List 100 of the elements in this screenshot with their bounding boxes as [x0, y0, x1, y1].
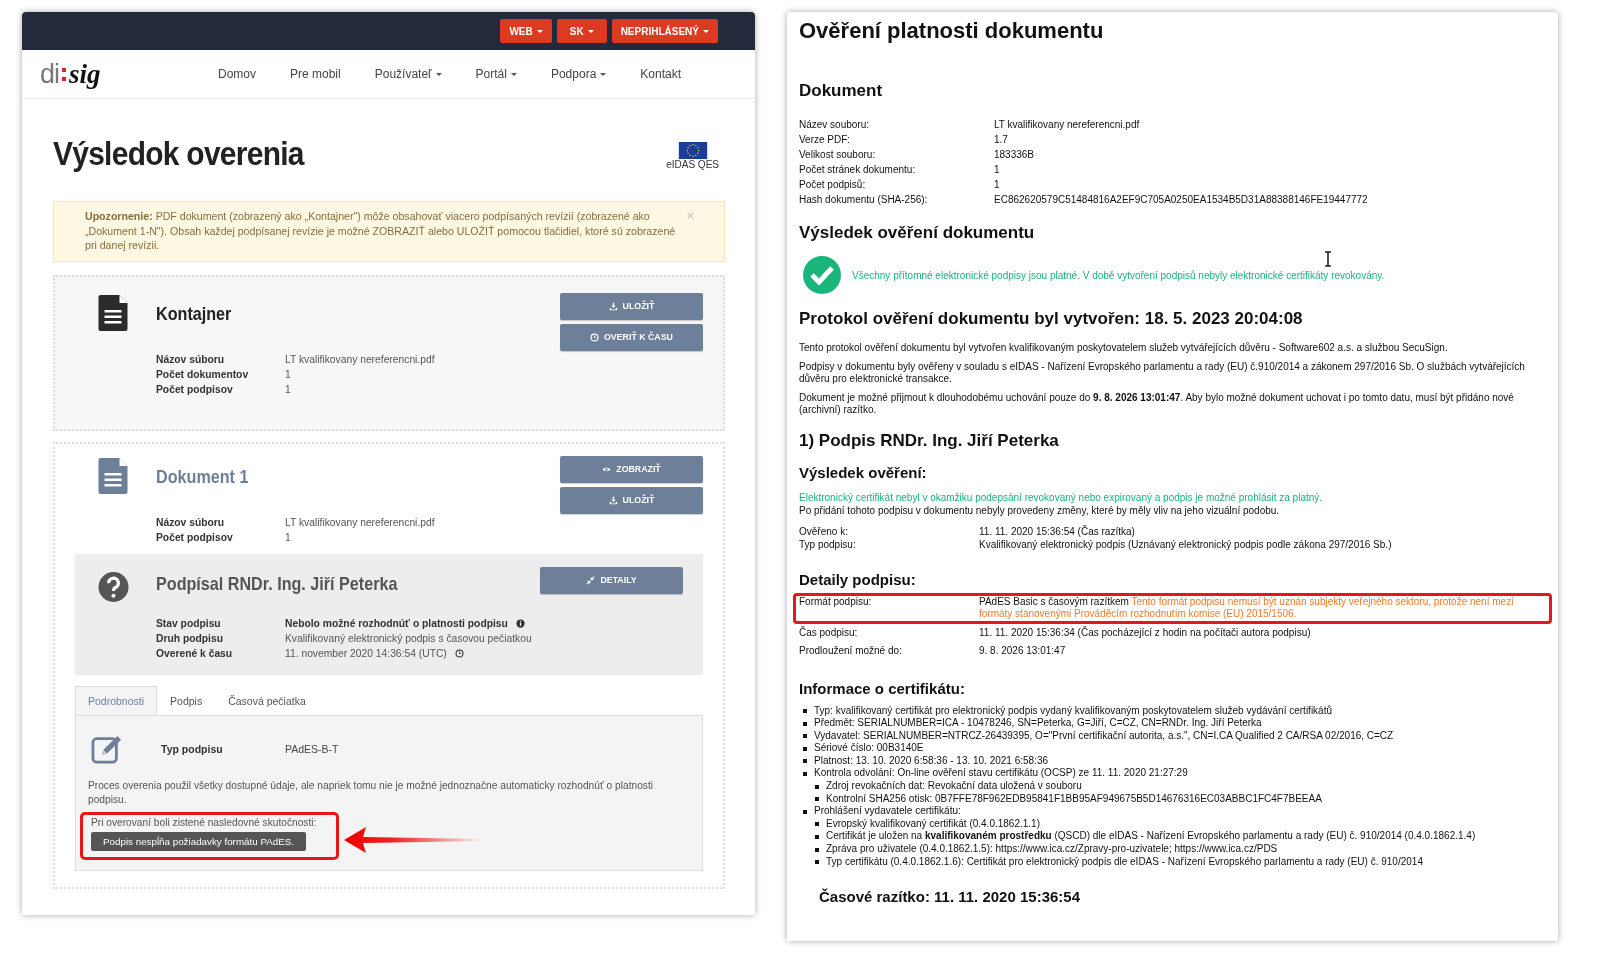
nav-link[interactable]: Pre mobil [290, 67, 341, 81]
edit-icon [90, 733, 124, 764]
clock-icon [590, 332, 600, 342]
list-item: Vydavatel: SERIALNUMBER=NTRCZ-26439395, O="První certifikační autorita, a.s.", CN=I.CA Qualified 2 CA/RSA 02/2016, C=CZ [814, 729, 1394, 743]
note-text: Po přidání tohoto podpisu v dokumentu nebyly provedeny změny, které by měly vliv na jeho vizuální podobu. [799, 503, 1281, 517]
section-heading: Detaily podpisu: [799, 570, 917, 588]
field-label: Typ podpisu: [799, 538, 857, 552]
report-title: Ověření platnosti dokumentu [799, 18, 1105, 44]
list-item: Kontrola odvolání: On-line ověření stavu certifikátu (OCSP) ze 11. 11. 2020 21:27:29 [814, 767, 1188, 781]
bullet-icon [803, 771, 807, 776]
tab[interactable]: Podpis [157, 685, 216, 715]
list-item: Zpráva pro uživatele (0.4.0.1862.1.5): https://www.ica.cz/Zpravy-pro-uzivatele; https://www.ica.cz/PDS [826, 843, 1278, 856]
field-value: Nebolo možné rozhodnúť o platnosti podpisu [285, 616, 508, 631]
tab[interactable]: Časová pečiatka [215, 685, 319, 715]
caret-icon [703, 29, 709, 33]
page-title: Výsledok overenia [53, 134, 304, 173]
field-label: Názov súboru [156, 515, 226, 530]
dropdown-button[interactable]: WEB [500, 19, 552, 43]
field-value: Kvalifikovaný elektronický podpis s časovou pečiatkou [285, 631, 532, 646]
field-value: Kvalifikovaný elektronický podpis (Uznávaný elektronický podpis podle zákona 297/2016 Sb.) [979, 538, 1393, 552]
bullet-icon [803, 759, 807, 764]
field-value: 11. november 2020 14:36:54 (UTC) [285, 646, 447, 661]
list-item: Typ: kvalifikovaný certifikát pro elektronický podpis vydaný kvalifikovaným poskytovatelem služeb vydávání certifikátů [814, 704, 1332, 718]
action-button[interactable]: ULOŽIŤ [560, 292, 703, 320]
field-value: LT kvalifikovany nereferencni.pdf [285, 515, 436, 530]
field-value: 1 [994, 178, 1001, 192]
result-message: Všechny přítomné elektronické podpisy jsou platné. V době vytvoření podpisů nebyly elektronické certifikáty revokovány. [852, 269, 1385, 281]
section-heading: Výsledek ověření dokumentu [799, 223, 1036, 243]
field-label: Počet dokumentov [156, 367, 250, 382]
alert-text: Upozornenie: PDF dokument (zobrazený ako „Kontajner") môže obsahovať viacero podpísaných revízií (zobrazené ako „Dokument 1-N"). Obsah každej podpísanej revízie je možné ZOBRAZIŤ alebo ULOŽIŤ pomocou tlačidiel, ktoré sú zobrazené pri danej revízii. [85, 209, 676, 253]
bullet-icon [815, 797, 819, 802]
list-item: Certifikát je uložen na kvalifikovaném prostředku (QSCD) dle eIDAS - Nařízení Evropského parlamentu a rady (EU) č. 910/2014 (0.4.0.1862.1.4) [826, 830, 1476, 844]
field-label: Názov súboru [156, 352, 226, 367]
action-button[interactable]: ULOŽIŤ [560, 486, 703, 514]
field-label: Stav podpisu [156, 616, 222, 631]
field-label: Velikost souboru: [799, 148, 877, 162]
paragraph: Podpisy v dokumentu byly ověřeny v souladu s eIDAS - Nařízení Evropského parlamentu a rady (EU) č.910/2014 a zákonem 297/2016 Sb. O službách vytvářejících důvěru pro elektronické transakce. [799, 360, 1526, 386]
field-value: 1 [285, 382, 292, 397]
field-value: 1.7 [994, 133, 1009, 147]
nav-link[interactable]: Domov [218, 67, 256, 81]
bullet-icon [815, 834, 819, 839]
section-heading: Protokol ověření dokumentu byl vytvořen: 18. 5. 2023 20:04:08 [799, 309, 1304, 329]
list-item: Zdroj revokačních dat: Revokační data uložená v souboru [826, 780, 1082, 793]
details-button[interactable]: DETAILY [540, 566, 683, 594]
info-icon [515, 618, 525, 628]
description-text: Proces overenia použil všetky dostupné údaje, ale napriek tomu nie je možné jednoznačne automaticky rozhodnúť o platnosti podpisu. [88, 778, 655, 807]
field-label: Druh podpisu [156, 631, 224, 646]
dropdown-button[interactable]: SK [556, 19, 607, 43]
list-item: Typ certifikátu (0.4.0.1862.1.6): Certifikát pro elektronický podpis dle eIDAS - Nařízení Evropského parlamentu a rady (EU) č. 910/2014 [826, 855, 1423, 869]
card-title: Podpísal RNDr. Ing. Jiří Peterka [156, 572, 399, 595]
bullet-icon [815, 784, 819, 789]
bullet-icon [803, 734, 807, 739]
caret-icon [536, 29, 543, 33]
field-label: Verze PDF: [799, 133, 852, 147]
list-item: Sériové číslo: 00B3140E [814, 742, 924, 755]
action-button[interactable]: ZOBRAZIŤ [560, 455, 703, 483]
paragraph: Tento protokol ověření dokumentu byl vytvořen kvalifikovaným poskytovatelem služeb vytvářejících důvěru - Software602 a.s. a službou SecuSign. [799, 342, 1449, 355]
flag-icon [677, 142, 708, 159]
logo[interactable]: di sig [40, 58, 190, 90]
field-value: EC862620579C51484816A2EF9C705A0250EA1534B5D31A88388146FE19447772 [994, 193, 1369, 207]
field-label: Prodloužení možné do: [799, 645, 903, 658]
nav-link[interactable]: Používateľ [374, 67, 442, 81]
field-label: Počet podpisov [156, 382, 234, 397]
field-value: 9. 8. 2026 13:01:47 [979, 645, 1066, 658]
field-label: Formát podpisu: [799, 595, 873, 609]
bullet-icon [815, 822, 819, 827]
caret-icon [510, 72, 517, 76]
dropdown-button[interactable]: NEPRIHLÁSENÝ [611, 19, 718, 43]
download-icon [608, 495, 618, 505]
list-item: Prohlášení vydavatele certifikátu: [814, 805, 961, 818]
section-heading: Výsledek ověření: [799, 463, 928, 481]
field-value: 11. 11. 2020 15:36:54 (Čas razítka) [979, 524, 1136, 538]
field-value: PAdES Basic s časovým razítkem Tento formát podpisu nemusí být uznán subjekty veřejného sektoru, protože není mezi formáty stanovenými Prováděcím rozhodnutím komise (EU) 2015/1506. [979, 595, 1515, 621]
list-item: Předmět: SERIALNUMBER=ICA - 10478246, SN=Peterka, G=Jiří, C=CZ, CN=RNDr. Ing. Jiří Peterka [814, 717, 1262, 730]
text-cursor-icon [1324, 251, 1333, 267]
nav-link[interactable]: Kontakt [640, 67, 681, 81]
card-title: Dokument 1 [156, 465, 250, 488]
field-value: 11. 11. 2020 15:36:34 (Čas pocházející z hodin na počítači autora podpisu) [979, 626, 1311, 639]
section-heading: Časové razítko: 11. 11. 2020 15:36:54 [819, 888, 1081, 906]
caret-icon [587, 29, 594, 33]
finding-label: Podpis nespĺňa požiadavky formátu PAdES. [91, 831, 306, 851]
field-label: Typ podpisu [161, 742, 224, 755]
field-label: Čas podpisu: [799, 626, 859, 639]
field-value: PAdES-B-T [285, 742, 339, 755]
caret-icon [435, 72, 442, 76]
findings-label: Pri overovaní boli zistené nasledovné skutočnosti: [91, 816, 317, 828]
list-item: Kontrolní SHA256 otisk: 0B7FFE78F962EDB95841F1BB95AF949675B5D14676316EC03ABBC1FC4F7BEEAA [826, 792, 1322, 806]
tab[interactable]: Podrobnosti [75, 685, 158, 715]
action-button[interactable]: OVERIŤ K ČASU [560, 323, 703, 351]
document-icon [98, 294, 129, 331]
paragraph: Dokument je možné přijmout k dlouhodobému uchování pouze do 9. 8. 2026 13:01:47. Aby bylo možné dokument uchovat i po tomto datu, musí být přidáno nové (archivní) razítko. [799, 391, 1515, 417]
card-title: Kontajner [156, 302, 233, 325]
bullet-icon [815, 860, 819, 865]
nav-link[interactable]: Podpora [550, 67, 607, 81]
field-label: Počet podpisů: [799, 178, 867, 192]
compress-icon [586, 575, 596, 585]
nav-link[interactable]: Portál [475, 67, 517, 81]
field-value: 1 [994, 163, 1001, 177]
field-label: Hash dokumentu (SHA-256): [799, 193, 929, 207]
section-heading: 1) Podpis RNDr. Ing. Jiří Peterka [799, 430, 1060, 451]
